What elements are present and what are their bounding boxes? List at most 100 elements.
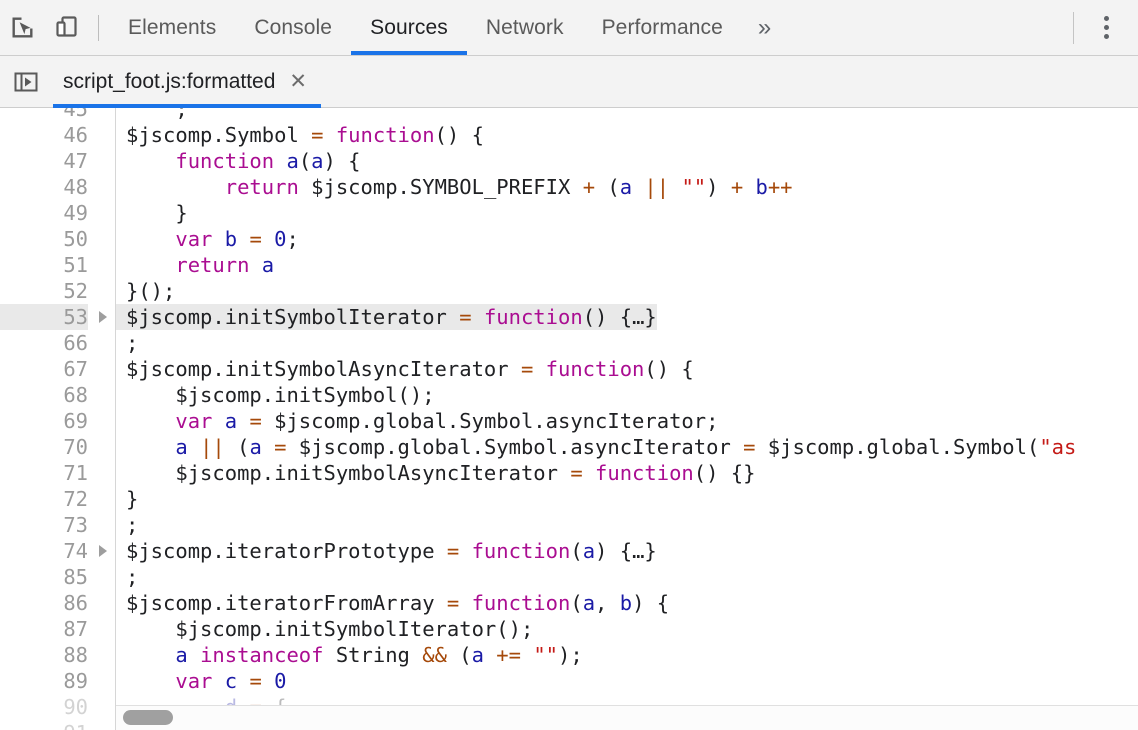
code-line[interactable]: 47 function a(a) {	[0, 148, 1138, 174]
tab-performance[interactable]: Performance	[583, 0, 742, 55]
code-line[interactable]: 87 $jscomp.initSymbolIterator();	[0, 616, 1138, 642]
fold-triangle-icon[interactable]	[88, 538, 115, 564]
code-line-text[interactable]: a || (a = $jscomp.global.Symbol.asyncIte…	[115, 434, 1076, 460]
code-line[interactable]: 67 $jscomp.initSymbolAsyncIterator = func…	[0, 356, 1138, 382]
line-number[interactable]: 46	[0, 122, 88, 148]
line-number[interactable]: 87	[0, 616, 88, 642]
line-number[interactable]: 71	[0, 460, 88, 486]
fold-triangle-icon[interactable]	[88, 304, 115, 330]
line-number[interactable]: 51	[0, 252, 88, 278]
code-line-text[interactable]: $jscomp.iteratorFromArray = function(a, …	[115, 590, 669, 616]
code-token: $jscomp.Symbol	[126, 123, 311, 147]
line-number[interactable]: 45	[0, 108, 88, 122]
tab-sources[interactable]: Sources	[351, 0, 467, 55]
code-line[interactable]: 85;	[0, 564, 1138, 590]
code-line[interactable]: 53 $jscomp.initSymbolIterator = function(…	[0, 304, 1138, 330]
code-line[interactable]: 74 $jscomp.iteratorPrototype = function(a…	[0, 538, 1138, 564]
more-tabs-chevron-icon[interactable]: »	[742, 0, 787, 55]
code-token: $jscomp.global.Symbol.asyncIterator	[286, 435, 743, 459]
line-number[interactable]: 67	[0, 356, 88, 382]
line-number[interactable]: 68	[0, 382, 88, 408]
fold-gutter-spacer	[88, 200, 115, 226]
code-line[interactable]: 45 ;	[0, 108, 1138, 122]
file-tab-script-foot-js[interactable]: script_foot.js:formatted ✕	[53, 56, 321, 107]
code-line-text[interactable]: var b = 0;	[115, 226, 299, 252]
sources-file-tabbar: script_foot.js:formatted ✕	[0, 56, 1138, 108]
code-line-text[interactable]: ;	[115, 108, 188, 122]
code-line[interactable]: 86 $jscomp.iteratorFromArray = function(a…	[0, 590, 1138, 616]
code-token: }	[644, 305, 656, 329]
code-line-text[interactable]: a instanceof String && (a += "");	[115, 642, 583, 668]
code-line[interactable]: 88 a instanceof String && (a += "");	[0, 642, 1138, 668]
code-token: =	[447, 539, 459, 563]
line-number[interactable]: 90	[0, 694, 88, 720]
code-line-text[interactable]: $jscomp.initSymbolAsyncIterator = functi…	[115, 460, 755, 486]
code-line[interactable]: 73;	[0, 512, 1138, 538]
source-code-editor[interactable]: 45 ;46$jscomp.Symbol = function() {47 fu…	[0, 108, 1138, 730]
line-number[interactable]: 49	[0, 200, 88, 226]
line-number[interactable]: 48	[0, 174, 88, 200]
code-line[interactable]: 68 $jscomp.initSymbol();	[0, 382, 1138, 408]
code-token: a	[262, 253, 274, 277]
horizontal-scrollbar[interactable]	[116, 705, 1138, 730]
code-line-text[interactable]: function a(a) {	[115, 148, 361, 174]
code-line-text[interactable]: }	[115, 200, 188, 226]
horizontal-scrollbar-thumb[interactable]	[123, 710, 173, 725]
code-line[interactable]: 66;	[0, 330, 1138, 356]
device-toolbar-icon[interactable]	[44, 6, 88, 50]
code-line-text[interactable]: $jscomp.iteratorPrototype = function(a) …	[115, 538, 657, 564]
tab-network[interactable]: Network	[467, 0, 583, 55]
code-line[interactable]: 69 var a = $jscomp.global.Symbol.asyncIt…	[0, 408, 1138, 434]
chevron-right-icon[interactable]	[99, 545, 107, 557]
code-line-text[interactable]: $jscomp.Symbol = function() {	[115, 122, 484, 148]
line-number[interactable]: 73	[0, 512, 88, 538]
code-line[interactable]: 46 $jscomp.Symbol = function() {	[0, 122, 1138, 148]
show-navigator-icon[interactable]	[11, 67, 41, 97]
code-line-text[interactable]: $jscomp.initSymbolIterator();	[115, 616, 533, 642]
inspect-element-icon[interactable]	[0, 6, 44, 50]
code-scroll-area[interactable]: 45 ;46$jscomp.Symbol = function() {47 fu…	[0, 108, 1138, 730]
line-number[interactable]: 86	[0, 590, 88, 616]
line-number[interactable]: 70	[0, 434, 88, 460]
line-number[interactable]: 66	[0, 330, 88, 356]
code-line-text[interactable]: ;	[115, 330, 138, 356]
tab-elements[interactable]: Elements	[109, 0, 235, 55]
line-number[interactable]: 85	[0, 564, 88, 590]
tab-console[interactable]: Console	[235, 0, 351, 55]
code-line-text[interactable]: $jscomp.initSymbolIterator = function() …	[115, 304, 657, 330]
code-line[interactable]: 51 return a	[0, 252, 1138, 278]
code-line[interactable]: 70 a || (a = $jscomp.global.Symbol.async…	[0, 434, 1138, 460]
code-line[interactable]: 52 }();	[0, 278, 1138, 304]
line-number[interactable]: 50	[0, 226, 88, 252]
code-line[interactable]: 48 return $jscomp.SYMBOL_PREFIX + (a || …	[0, 174, 1138, 200]
chevron-right-icon[interactable]	[99, 311, 107, 323]
code-line[interactable]: 89 var c = 0	[0, 668, 1138, 694]
code-line-text[interactable]: ;	[115, 564, 138, 590]
line-number[interactable]: 69	[0, 408, 88, 434]
code-line-text[interactable]: }();	[115, 278, 175, 304]
code-token	[126, 253, 175, 277]
code-line-text[interactable]: var a = $jscomp.global.Symbol.asyncItera…	[115, 408, 718, 434]
code-token	[237, 227, 249, 251]
code-line-text[interactable]: var c = 0	[115, 668, 286, 694]
code-line-text[interactable]: return $jscomp.SYMBOL_PREFIX + (a || "")…	[115, 174, 793, 200]
line-number[interactable]: 52	[0, 278, 88, 304]
code-line[interactable]: 72}	[0, 486, 1138, 512]
close-icon[interactable]: ✕	[289, 71, 307, 92]
code-line[interactable]: 49 }	[0, 200, 1138, 226]
code-line-text[interactable]: return a	[115, 252, 274, 278]
code-line-text[interactable]: $jscomp.initSymbolAsyncIterator = functi…	[115, 356, 694, 382]
code-line-text[interactable]: }	[115, 486, 138, 512]
line-number[interactable]: 74	[0, 538, 88, 564]
line-number[interactable]: 53	[0, 304, 88, 330]
code-line[interactable]: 50 var b = 0;	[0, 226, 1138, 252]
line-number[interactable]: 88	[0, 642, 88, 668]
kebab-menu-icon[interactable]	[1086, 6, 1126, 50]
code-line-text[interactable]: ;	[115, 512, 138, 538]
line-number[interactable]: 47	[0, 148, 88, 174]
code-line[interactable]: 71 $jscomp.initSymbolAsyncIterator = fun…	[0, 460, 1138, 486]
line-number[interactable]: 91	[0, 720, 88, 730]
code-line-text[interactable]: $jscomp.initSymbol();	[115, 382, 435, 408]
line-number[interactable]: 89	[0, 668, 88, 694]
line-number[interactable]: 72	[0, 486, 88, 512]
